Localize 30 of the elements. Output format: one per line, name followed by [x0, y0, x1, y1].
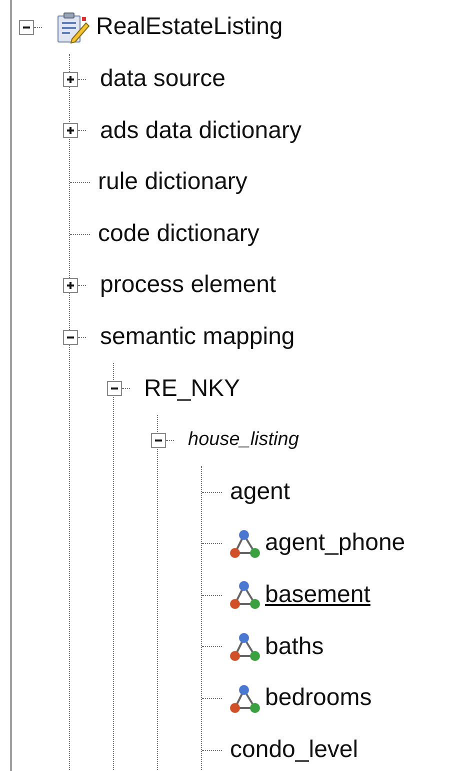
triangle-nodes-icon	[230, 580, 261, 610]
tree-item-label[interactable]: baths	[265, 632, 324, 662]
tree-item-label[interactable]: RE_NKY	[144, 374, 240, 404]
plus-icon	[65, 125, 76, 136]
tree-item-label[interactable]: RealEstateListing	[96, 13, 283, 42]
tree-item-label[interactable]: process element	[100, 271, 276, 300]
tree-item-label[interactable]: basement	[265, 580, 370, 610]
expand-button[interactable]	[63, 278, 78, 294]
clipboard-pencil-icon	[56, 10, 92, 45]
collapse-button[interactable]	[19, 20, 34, 36]
plus-icon	[65, 280, 76, 292]
tree-item-label[interactable]: house_listing	[188, 429, 299, 452]
tree-item-label[interactable]: ads data dictionary	[100, 116, 302, 146]
collapse-button[interactable]	[151, 433, 166, 448]
tree-item-label[interactable]: condo_level	[230, 736, 358, 764]
collapse-button[interactable]	[63, 330, 78, 345]
tree-item-label[interactable]: data source	[100, 64, 226, 94]
collapse-button[interactable]	[107, 381, 122, 396]
expand-button[interactable]	[63, 72, 78, 87]
tree-item-label[interactable]: semantic mapping	[100, 322, 295, 352]
tree-item-label[interactable]: agent_phone	[265, 529, 406, 558]
tree-item-label[interactable]: agent	[230, 478, 290, 507]
expand-button[interactable]	[63, 123, 78, 138]
tree-item-label[interactable]: rule dictionary	[98, 168, 248, 197]
triangle-nodes-icon	[230, 632, 261, 662]
tree-item-label[interactable]: bedrooms	[265, 684, 372, 713]
triangle-nodes-icon	[230, 528, 261, 559]
tree-item-label[interactable]: code dictionary	[98, 220, 260, 249]
triangle-nodes-icon	[230, 684, 261, 714]
plus-icon	[65, 74, 76, 85]
